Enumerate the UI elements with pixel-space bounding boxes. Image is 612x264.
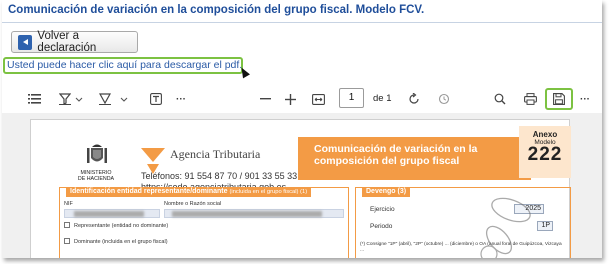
more-icon[interactable]: ··· [174, 91, 188, 107]
page-title: Comunicación de variación en la composic… [8, 4, 425, 16]
fit-page-icon[interactable] [310, 91, 326, 107]
rotate-icon[interactable] [407, 91, 421, 107]
representante-label: Representante (entidad no dominante) [74, 223, 169, 229]
title-divider [2, 22, 602, 23]
highlight-icon[interactable] [58, 91, 72, 107]
mouse-cursor-icon [238, 65, 250, 79]
dominante-checkbox[interactable] [64, 238, 70, 244]
periodo-label: Periodo [370, 223, 393, 230]
ministry-text: MINISTERIO DE HACIENDA [77, 170, 115, 182]
watermark-stamp [480, 197, 531, 258]
list-icon[interactable] [26, 91, 42, 107]
arrow-left-icon [18, 34, 33, 50]
pdf-viewer[interactable]: MINISTERIO DE HACIENDA Agencia Tributari… [2, 113, 602, 258]
chevron-down-icon[interactable] [119, 91, 129, 107]
download-pdf-link[interactable]: Usted puede hacer clic aquí para descarg… [3, 57, 243, 74]
window: Comunicación de variación en la composic… [2, 0, 602, 258]
nif-label: NIF [64, 201, 73, 207]
section1-subtitle: (incluida en el grupo fiscal) (1) [229, 189, 308, 195]
agency-phone: Teléfonos: 91 554 87 70 / 901 33 55 33 [141, 171, 298, 181]
agency-name: Agencia Tributaria [170, 147, 261, 161]
chevron-down-icon[interactable] [74, 91, 84, 107]
history-icon[interactable] [437, 91, 451, 107]
name-label: Nombre o Razón social [164, 201, 222, 207]
ministry-label: MINISTERIO DE HACIENDA [73, 170, 119, 182]
ejercicio-label: Ejercicio [370, 206, 395, 213]
text-box-icon[interactable] [149, 91, 163, 107]
modelo-box: Anexo Modelo 222 [519, 126, 571, 178]
identification-section: Identificación entidad representante/dom… [59, 187, 349, 258]
section-heading: Identificación entidad representante/dom… [66, 187, 312, 197]
print-icon[interactable] [523, 91, 537, 107]
back-button-label: Volver a declaración [37, 30, 97, 54]
section-heading: Devengo (3) [362, 187, 411, 197]
zoom-in-icon[interactable] [283, 91, 297, 107]
search-icon[interactable] [493, 91, 507, 107]
save-icon[interactable] [552, 91, 566, 107]
periodo-field[interactable]: 1P [537, 221, 553, 231]
page-number-input[interactable]: 1 [339, 88, 364, 108]
more-icon[interactable]: ··· [578, 91, 592, 107]
pdf-toolbar: ··· 1 de 1 ··· [2, 88, 602, 110]
coat-of-arms-icon [87, 144, 107, 163]
pdf-page: MINISTERIO DE HACIENDA Agencia Tributari… [30, 119, 571, 258]
section1-title: Identificación entidad representante/dom… [70, 188, 228, 195]
modelo-number: 222 [527, 144, 563, 165]
redacted-nif [74, 211, 144, 217]
page-count-label: de 1 [373, 93, 392, 104]
representante-checkbox[interactable] [64, 222, 70, 228]
zoom-out-icon[interactable] [258, 91, 272, 107]
redacted-name [172, 211, 322, 217]
anexo-label: Anexo [532, 130, 558, 139]
dominante-label: Dominante (incluida en el grupo fiscal) [74, 239, 168, 245]
draw-icon[interactable] [98, 91, 112, 107]
back-to-declaration-button[interactable]: Volver a declaración [11, 30, 138, 54]
